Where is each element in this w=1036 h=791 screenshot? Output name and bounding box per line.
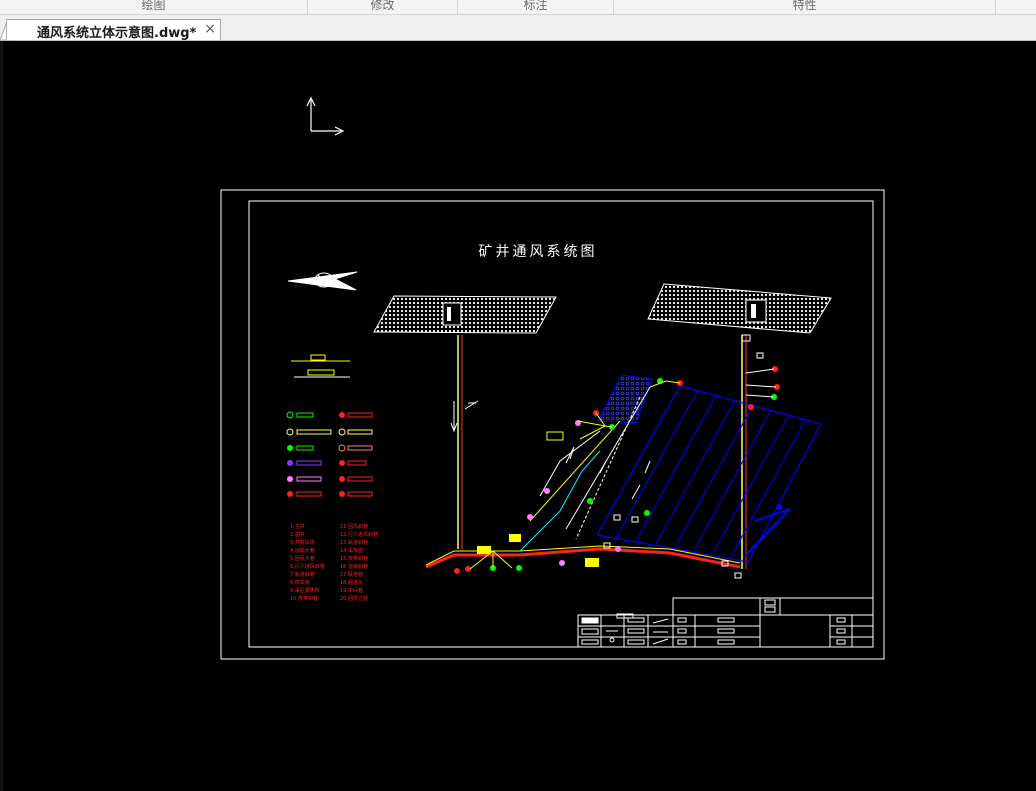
legend-label: 14.采煤面 <box>340 547 363 554</box>
legend-label: 19.中间巷 <box>340 587 363 594</box>
legend-label: 20.回风立井 <box>340 595 368 602</box>
mining-panel <box>529 374 822 563</box>
drawing-canvas[interactable]: 矿井通风系统图 1.主井 2.副井 3.井底车场 4.运输大巷 5.回风大巷 6… <box>0 41 1036 791</box>
ribbon-group-properties[interactable]: 特性 <box>614 0 996 14</box>
ribbon-panel-bar: 绘图 修改 标注 特性 <box>0 0 1036 15</box>
legend-label: 13.轨道斜巷 <box>340 539 368 546</box>
ground-surface-right <box>647 283 832 334</box>
legend-label: 5.回风大巷 <box>290 555 315 562</box>
close-icon[interactable]: × <box>204 21 216 37</box>
roadway-text-legend: 1.主井 2.副井 3.井底车场 4.运输大巷 5.回风大巷 6.行人进风斜巷 … <box>290 523 378 602</box>
legend-label: 9.采区变电所 <box>290 587 320 594</box>
legend-label: 16.运输斜巷 <box>340 563 368 570</box>
north-arrow-symbol <box>287 271 358 291</box>
legend-label: 4.运输大巷 <box>290 547 315 554</box>
legend-label: 2.副井 <box>290 531 305 538</box>
ground-surface-left <box>373 295 557 334</box>
drawing-title: 矿井通风系统图 <box>479 244 598 260</box>
file-tab-bar: 通风系统立体示意图.dwg* × <box>0 15 1036 41</box>
legend-label: 7.轨道斜巷 <box>290 571 315 578</box>
ucs-axis-icon <box>306 96 345 136</box>
ribbon-group-draw-label: 绘图 <box>141 0 166 12</box>
legend-label: 10.皮带斜巷 <box>290 595 318 602</box>
ribbon-group-modify-label: 修改 <box>370 0 395 12</box>
outer-sheet-frame <box>220 189 885 660</box>
legend-label: 1.主井 <box>290 523 305 530</box>
legend-label: 17.联络巷 <box>340 571 363 578</box>
legend-label: 8.绞车房 <box>290 579 310 586</box>
main-shaft <box>450 335 479 549</box>
cad-drawing: 矿井通风系统图 1.主井 2.副井 3.井底车场 4.运输大巷 5.回风大巷 6… <box>220 96 885 660</box>
document-tab-label: 通风系统立体示意图.dwg* <box>37 26 197 41</box>
legend-label: 15.皮带斜巷 <box>340 555 368 562</box>
airflow-symbol-legend <box>286 354 373 497</box>
legend-label: 3.井底车场 <box>290 539 315 546</box>
ribbon-group-modify[interactable]: 修改 <box>308 0 458 14</box>
legend-label: 18.掘进头 <box>340 579 363 586</box>
title-block <box>577 597 874 648</box>
legend-label: 6.行人进风斜巷 <box>290 563 325 570</box>
ribbon-group-annotate[interactable]: 标注 <box>458 0 614 14</box>
ribbon-group-draw[interactable]: 绘图 <box>0 0 308 14</box>
legend-label: 12.行人进风斜巷 <box>340 531 378 538</box>
document-tab[interactable]: 通风系统立体示意图.dwg* × <box>6 19 221 41</box>
legend-label: 11.回风斜巷 <box>340 523 368 530</box>
ribbon-group-annotate-label: 标注 <box>523 0 548 12</box>
ribbon-group-properties-label: 特性 <box>792 0 817 12</box>
